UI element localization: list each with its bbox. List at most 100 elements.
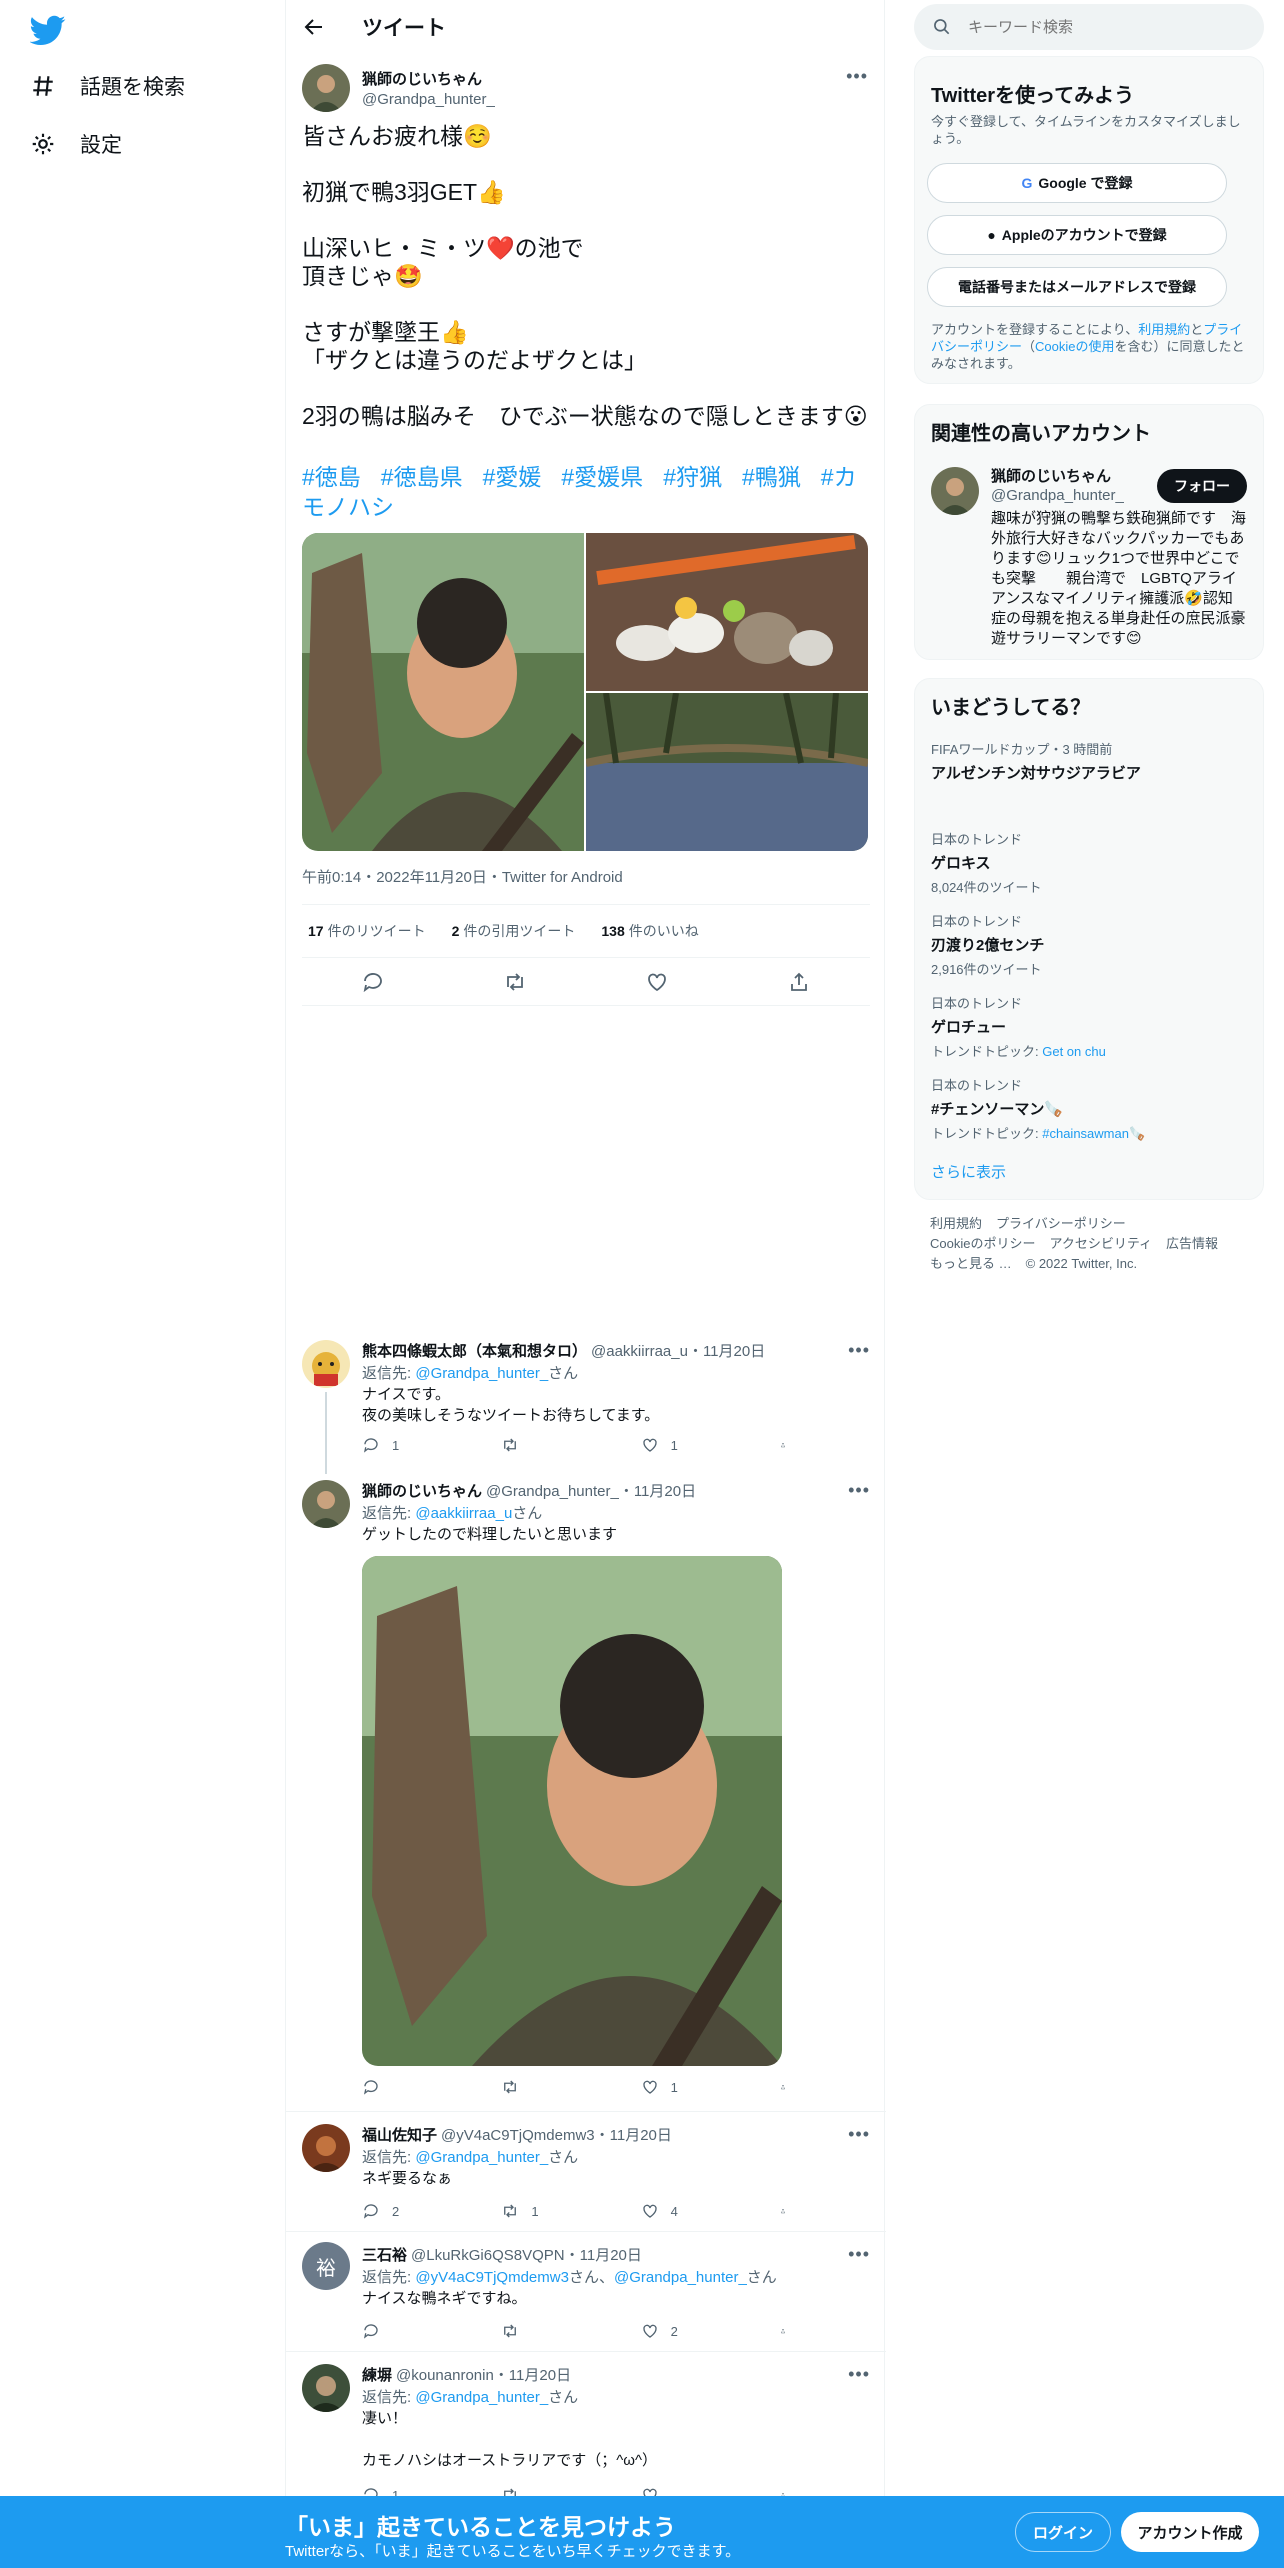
terms-link[interactable]: 利用規約: [1138, 322, 1190, 337]
cookie-link[interactable]: Cookieの使用: [1035, 339, 1114, 354]
twitter-logo-icon[interactable]: [30, 12, 66, 48]
back-arrow-icon[interactable]: [302, 15, 326, 39]
more-options-icon[interactable]: •••: [848, 2364, 870, 2385]
like-count[interactable]: 138 件のいいね: [601, 921, 698, 941]
trend-item[interactable]: FIFAワールドカップ・3 時間前 アルゼンチン対サウジアラビア: [931, 739, 1251, 783]
retweet-button[interactable]: [501, 2322, 591, 2340]
avatar[interactable]: [302, 2124, 350, 2172]
hashtag-link[interactable]: #狩猟: [663, 464, 722, 490]
trend-item[interactable]: 日本のトレンド ゲロチュー トレンドトピック: Get on chu: [931, 993, 1251, 1060]
reply-author-handle[interactable]: @aakkiirraa_u・11月20日: [591, 1343, 765, 1360]
footer-link[interactable]: Cookieのポリシー: [930, 1236, 1035, 1251]
reply-author-handle[interactable]: @kounanronin・11月20日: [396, 2367, 571, 2384]
like-button[interactable]: 1: [641, 1436, 731, 1454]
mention-link[interactable]: @Grandpa_hunter_: [415, 2149, 548, 2166]
hashtag-link[interactable]: #徳島県: [381, 464, 463, 490]
follow-button[interactable]: フォロー: [1157, 469, 1247, 503]
reply-tweet[interactable]: 裕 三石裕 @LkuRkGi6QS8VQPN・11月20日 ••• 返信先: @y…: [286, 2232, 886, 2352]
related-name[interactable]: 猟師のじいちゃん: [991, 465, 1111, 486]
trend-item[interactable]: 日本のトレンド #チェンソーマン🪚 トレンドトピック: #chainsawman…: [931, 1075, 1251, 1142]
search-box[interactable]: [914, 4, 1264, 50]
reply-author-handle[interactable]: @Grandpa_hunter_・11月20日: [486, 1483, 696, 1500]
footer-link[interactable]: 利用規約: [930, 1216, 982, 1231]
mention-link[interactable]: @Grandpa_hunter_: [614, 2269, 747, 2286]
photo-pond[interactable]: [585, 692, 868, 851]
like-button[interactable]: 1: [641, 2078, 731, 2096]
phone-signup-button[interactable]: 電話番号またはメールアドレスで登録: [927, 267, 1227, 307]
heart-icon[interactable]: [645, 970, 669, 994]
like-button[interactable]: 2: [641, 2322, 731, 2340]
like-button[interactable]: 4: [641, 2202, 731, 2220]
reply-tweet[interactable]: 福山佐知子 @yV4aC9TjQmdemw3・11月20日 ••• 返信先: @G…: [286, 2112, 886, 2232]
more-options-icon[interactable]: •••: [848, 1340, 870, 1361]
photo-ducks-shotgun[interactable]: [586, 533, 868, 691]
hashtag-link[interactable]: #徳島: [302, 464, 361, 490]
mention-link[interactable]: @yV4aC9TjQmdemw3: [415, 2269, 569, 2286]
tweet-text: 皆さんお疲れ様☺️ 初猟で鴨3羽GET👍 山深いヒ・ミ・ツ❤️の池で 頂きじゃ🤩…: [302, 122, 872, 430]
main-column: ツイート 猟師のじいちゃん @Grandpa_hunter_ ••• 皆さんお疲…: [285, 0, 886, 2568]
reply-author-name[interactable]: 練塀: [362, 2367, 392, 2384]
reply-tweet[interactable]: 猟師のじいちゃん @Grandpa_hunter_・11月20日 ••• 返信先:…: [286, 1474, 886, 2112]
share-icon[interactable]: [787, 970, 811, 994]
search-input[interactable]: [968, 18, 1228, 36]
reply-author-handle[interactable]: @yV4aC9TjQmdemw3・11月20日: [441, 2127, 672, 2144]
login-button[interactable]: ログイン: [1015, 2512, 1111, 2552]
mention-link[interactable]: @Grandpa_hunter_: [415, 2389, 548, 2406]
footer-link[interactable]: 広告情報: [1166, 1236, 1218, 1251]
show-more-link[interactable]: さらに表示: [931, 1161, 1006, 1182]
reply-button[interactable]: [362, 2322, 452, 2340]
mention-link[interactable]: @Grandpa_hunter_: [415, 1365, 548, 1382]
trend-item[interactable]: 日本のトレンド ゲロキス 8,024件のツイート: [931, 829, 1251, 896]
more-options-icon[interactable]: •••: [848, 1480, 870, 1501]
mention-link[interactable]: @aakkiirraa_u: [415, 1505, 512, 1522]
tweet-author[interactable]: 猟師のじいちゃん @Grandpa_hunter_: [302, 64, 495, 112]
reply-author-handle[interactable]: @LkuRkGi6QS8VQPN・11月20日: [411, 2247, 642, 2264]
apple-signup-button[interactable]: ● Appleのアカウントで登録: [927, 215, 1227, 255]
reply-icon[interactable]: [361, 970, 385, 994]
share-button[interactable]: [780, 2322, 798, 2340]
hashtag-link[interactable]: #愛媛県: [561, 464, 643, 490]
hashtag-link[interactable]: #鴨猟: [742, 464, 801, 490]
trend-item[interactable]: 日本のトレンド 刃渡り2億センチ 2,916件のツイート: [931, 911, 1251, 978]
footer-link[interactable]: アクセシビリティ: [1049, 1236, 1152, 1251]
reply-button[interactable]: 2: [362, 2202, 452, 2220]
retweet-count[interactable]: 17 件のリツイート: [308, 921, 426, 941]
retweet-button[interactable]: 1: [501, 2202, 591, 2220]
avatar[interactable]: [302, 1340, 350, 1388]
nav-settings[interactable]: 設定: [30, 122, 122, 166]
reply-button[interactable]: [362, 2078, 452, 2096]
reply-button[interactable]: 1: [362, 1436, 452, 1454]
reply-author-name[interactable]: 熊本四條蝦太郎（本氣和想タロ）: [362, 1343, 587, 1360]
google-signup-button[interactable]: G Google で登録: [927, 163, 1227, 203]
retweet-icon[interactable]: [503, 970, 527, 994]
reply-author-name[interactable]: 三石裕: [362, 2247, 407, 2264]
avatar[interactable]: [302, 64, 350, 112]
quote-count[interactable]: 2 件の引用ツイート: [452, 921, 576, 941]
reply-author-name[interactable]: 福山佐知子: [362, 2127, 437, 2144]
more-options-icon[interactable]: •••: [846, 66, 868, 87]
tweet-stats: 17 件のリツイート 2 件の引用ツイート 138 件のいいね: [302, 904, 870, 958]
reply-tweet[interactable]: 熊本四條蝦太郎（本氣和想タロ） @aakkiirraa_u・11月20日 ••• …: [286, 1326, 886, 1474]
avatar[interactable]: [302, 2364, 350, 2412]
related-handle[interactable]: @Grandpa_hunter_: [991, 487, 1124, 504]
avatar[interactable]: 裕: [302, 2242, 350, 2290]
nav-explore[interactable]: 話題を検索: [30, 64, 185, 108]
footer-link[interactable]: もっと見る …: [930, 1256, 1012, 1271]
footer-link[interactable]: プライバシーポリシー: [996, 1216, 1126, 1231]
hashtag-link[interactable]: #愛媛: [483, 464, 542, 490]
retweet-button[interactable]: [501, 1436, 591, 1454]
more-options-icon[interactable]: •••: [848, 2124, 870, 2145]
photo-hunter-duck[interactable]: [302, 533, 584, 851]
avatar[interactable]: [931, 467, 979, 515]
reply-tweet[interactable]: 練塀 @kounanronin・11月20日 ••• 返信先: @Grandpa_…: [286, 2352, 886, 2503]
tweet-timestamp[interactable]: 午前0:14・2022年11月20日・Twitter for Android: [302, 866, 623, 887]
avatar[interactable]: [302, 1480, 350, 1528]
retweet-button[interactable]: [501, 2078, 591, 2096]
reply-photo[interactable]: [362, 1556, 782, 2066]
reply-author-name[interactable]: 猟師のじいちゃん: [362, 1483, 482, 1500]
share-button[interactable]: [780, 1436, 798, 1454]
share-button[interactable]: [780, 2202, 798, 2220]
more-options-icon[interactable]: •••: [848, 2244, 870, 2265]
share-button[interactable]: [780, 2078, 798, 2096]
create-account-button[interactable]: アカウント作成: [1121, 2512, 1259, 2552]
